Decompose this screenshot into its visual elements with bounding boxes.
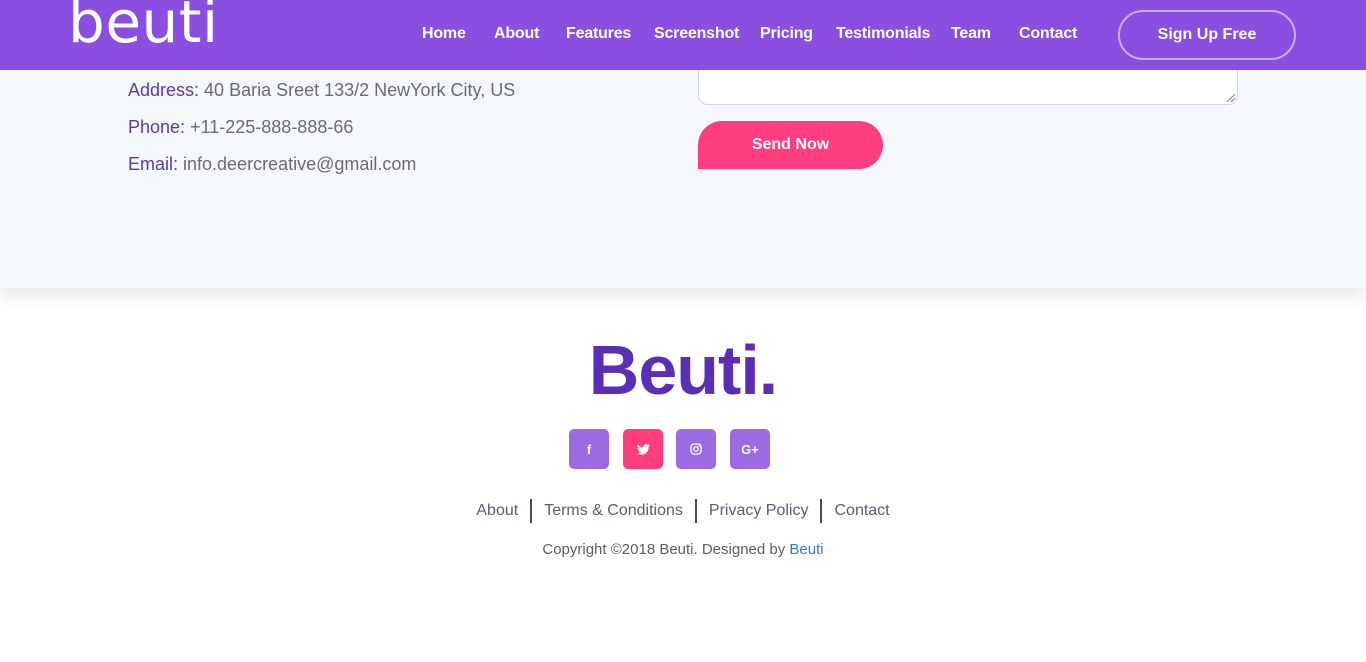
resize-handle[interactable]	[1227, 94, 1235, 102]
nav-pricing[interactable]: Pricing	[760, 25, 813, 43]
instagram-icon[interactable]	[676, 429, 716, 469]
facebook-icon[interactable]: f	[569, 429, 609, 469]
address-label: Address:	[128, 80, 200, 100]
nav-home[interactable]: Home	[422, 25, 466, 43]
copyright-text: Copyright ©2018 Beuti. Designed by	[542, 541, 790, 558]
phone-line: Phone: +11-225-888-888-66	[128, 117, 353, 138]
twitter-bird-icon	[636, 443, 650, 455]
email-label: Email:	[128, 154, 179, 174]
phone-label: Phone:	[128, 117, 186, 137]
google-plus-icon[interactable]: G+	[730, 429, 770, 469]
footer-link-about[interactable]: About	[464, 499, 530, 523]
send-now-button[interactable]: Send Now	[698, 121, 883, 169]
address-value: 40 Baria Sreet 133/2 NewYork City, US	[199, 80, 516, 100]
footer-link-contact[interactable]: Contact	[820, 499, 901, 523]
footer-brand: Beuti.	[588, 331, 778, 409]
footer-link-privacy[interactable]: Privacy Policy	[694, 499, 821, 523]
nav-testimonials[interactable]: Testimonials	[836, 25, 930, 43]
site-logo[interactable]: beuti	[68, 0, 219, 56]
email-line: Email: info.deercreative@gmail.com	[128, 154, 416, 175]
nav-about[interactable]: About	[494, 25, 539, 43]
address-line: Address: 40 Baria Sreet 133/2 NewYork Ci…	[128, 80, 515, 101]
footer-links: About Terms & Conditions Privacy Policy …	[0, 499, 1366, 523]
phone-value: +11-225-888-888-66	[185, 117, 354, 137]
nav-screenshot[interactable]: Screenshot	[654, 25, 739, 43]
email-value: info.deercreative@gmail.com	[178, 154, 417, 174]
twitter-icon[interactable]	[623, 429, 663, 469]
copyright: Copyright ©2018 Beuti. Designed by Beuti	[0, 541, 1366, 558]
instagram-glyph-icon	[690, 443, 702, 455]
nav-features[interactable]: Features	[566, 25, 631, 43]
nav-contact[interactable]: Contact	[1019, 25, 1077, 43]
nav-team[interactable]: Team	[951, 25, 991, 43]
navbar: beuti Home About Features Screenshot Pri…	[0, 0, 1366, 70]
sign-up-button[interactable]: Sign Up Free	[1118, 10, 1296, 60]
footer-link-terms[interactable]: Terms & Conditions	[530, 499, 695, 523]
contact-section: Address: 40 Baria Sreet 133/2 NewYork Ci…	[0, 60, 1366, 288]
designer-link[interactable]: Beuti	[789, 541, 823, 558]
